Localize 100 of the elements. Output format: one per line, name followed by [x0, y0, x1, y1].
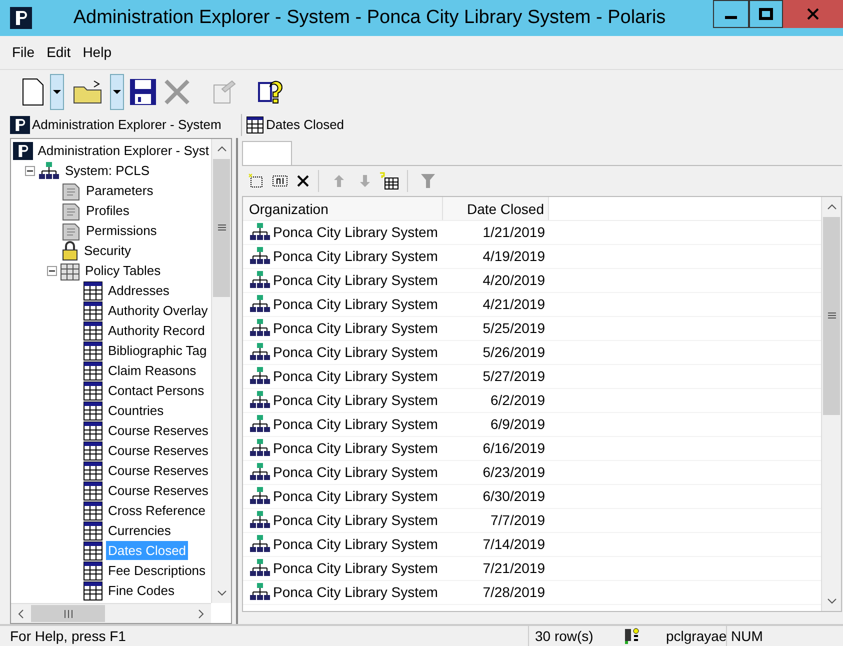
table-cell-text: Ponca City Library System: [273, 462, 438, 482]
tree-item[interactable]: Fine Codes: [106, 580, 176, 600]
tree-item[interactable]: Security: [82, 240, 133, 260]
table-cell-text: Ponca City Library System: [273, 582, 438, 602]
tree-item[interactable]: Addresses: [106, 280, 172, 300]
table-cell-text: Ponca City Library System: [273, 366, 438, 386]
tree-item[interactable]: Course Reserves: [106, 460, 210, 480]
status-text: For Help, press F1: [9, 626, 127, 646]
collapse-toggle-icon[interactable]: [47, 266, 57, 276]
tree-item[interactable]: Claim Reasons: [106, 360, 198, 380]
delete-icon[interactable]: [296, 174, 310, 188]
network-icon: [249, 223, 271, 242]
table-cell-text: 7/21/2019: [482, 558, 545, 578]
table-icon: [83, 440, 103, 461]
table-cell-text: 4/21/2019: [482, 294, 545, 314]
tree-item[interactable]: System: PCLS: [63, 160, 152, 180]
network-icon: [249, 535, 271, 554]
new-row-icon[interactable]: [248, 172, 264, 189]
table-query-icon[interactable]: [379, 172, 399, 190]
pane-title: Dates Closed: [266, 116, 344, 134]
table-icon: [83, 540, 103, 561]
table-cell-text: 5/27/2019: [482, 366, 545, 386]
tree-item[interactable]: Countries: [106, 400, 166, 420]
column-header[interactable]: Date Closed: [443, 196, 549, 220]
pane-title: Administration Explorer - System: [32, 116, 222, 134]
tree-item[interactable]: Permissions: [84, 220, 159, 240]
vertical-scrollbar[interactable]: [211, 138, 231, 603]
vertical-scrollbar[interactable]: [821, 196, 841, 611]
grip-icon[interactable]: [64, 610, 72, 618]
minimize-button[interactable]: [713, 0, 749, 28]
table-cell-text: Ponca City Library System: [273, 438, 438, 458]
grip-icon[interactable]: [828, 312, 836, 320]
tree-item[interactable]: Currencies: [106, 520, 173, 540]
table-cell-text: 7/7/2019: [490, 510, 545, 530]
tree-item[interactable]: Cross Reference: [106, 500, 208, 520]
network-icon: [249, 295, 271, 314]
dropdown-button[interactable]: [50, 74, 64, 110]
caret-icon[interactable]: [53, 90, 61, 94]
num-lock-indicator: NUM: [726, 626, 766, 646]
collapse-toggle-icon[interactable]: [25, 166, 35, 176]
tree-item[interactable]: Fee Descriptions: [106, 560, 208, 580]
table-icon: [83, 520, 103, 541]
tree-item[interactable]: Course Reserves: [106, 420, 210, 440]
table-cell-text: 6/23/2019: [482, 462, 545, 482]
scroll-down-icon[interactable]: [826, 598, 836, 604]
menu-item[interactable]: Edit: [42, 42, 75, 63]
table-icon: [83, 560, 103, 581]
table-cell-text: 4/20/2019: [482, 270, 545, 290]
save-icon[interactable]: [128, 76, 158, 107]
table-cell-text: 7/14/2019: [482, 534, 545, 554]
scroll-right-icon[interactable]: [198, 608, 204, 618]
new-document-icon[interactable]: [20, 76, 46, 107]
menu-item[interactable]: File: [8, 42, 39, 63]
document-icon: [61, 200, 81, 221]
network-icon: [249, 415, 271, 434]
table-icon: [246, 116, 264, 134]
tree-item[interactable]: Bibliographic Tag: [106, 340, 209, 360]
maximize-button[interactable]: [749, 0, 783, 28]
grip-icon[interactable]: [218, 224, 226, 232]
tree-item[interactable]: Course Reserves: [106, 440, 210, 460]
maximize-icon[interactable]: [759, 8, 773, 20]
scroll-up-icon[interactable]: [826, 204, 836, 210]
horizontal-scrollbar[interactable]: [11, 603, 211, 623]
caret-icon[interactable]: [113, 90, 121, 94]
close-icon[interactable]: [806, 7, 820, 21]
table-cell-text: 5/26/2019: [482, 342, 545, 362]
row-count: 30 row(s): [528, 626, 618, 646]
menu-item[interactable]: Help: [78, 42, 116, 63]
text-field-icon[interactable]: [272, 172, 288, 189]
tree-item[interactable]: Profiles: [84, 200, 132, 220]
table-cell-text: 6/30/2019: [482, 486, 545, 506]
tree-item[interactable]: Contact Persons: [106, 380, 206, 400]
dropdown-button[interactable]: [110, 74, 124, 110]
table-cell-text: Ponca City Library System: [273, 486, 438, 506]
column-header[interactable]: Organization: [243, 196, 443, 220]
tree-item[interactable]: Parameters: [84, 180, 156, 200]
table-cell-text: Ponca City Library System: [273, 222, 438, 242]
window-title: Administration Explorer - System - Ponca City Library System - Polaris: [72, 6, 667, 30]
table-icon: [83, 380, 103, 401]
network-icon: [249, 271, 271, 290]
network-icon: [249, 487, 271, 506]
table-cell-text: Ponca City Library System: [273, 294, 438, 314]
network-icon: [249, 343, 271, 362]
tree-item[interactable]: Administration Explorer - Syst: [36, 140, 211, 160]
scroll-down-icon[interactable]: [216, 590, 226, 596]
network-icon: [249, 583, 271, 602]
logo-icon: [13, 142, 33, 160]
scroll-left-icon[interactable]: [18, 608, 24, 618]
network-icon: [249, 559, 271, 578]
document-icon: [61, 180, 81, 201]
network-icon: [249, 463, 271, 482]
tree-item[interactable]: Authority Record: [106, 320, 207, 340]
tree-item[interactable]: Policy Tables: [83, 260, 163, 280]
status-icon: [624, 628, 640, 644]
scroll-up-icon[interactable]: [216, 146, 226, 152]
close-button[interactable]: [783, 0, 843, 28]
logo-icon: [10, 116, 30, 134]
network-icon: [249, 367, 271, 386]
tree-item[interactable]: Authority Overlay: [106, 300, 210, 320]
tree-item[interactable]: Course Reserves: [106, 480, 210, 500]
